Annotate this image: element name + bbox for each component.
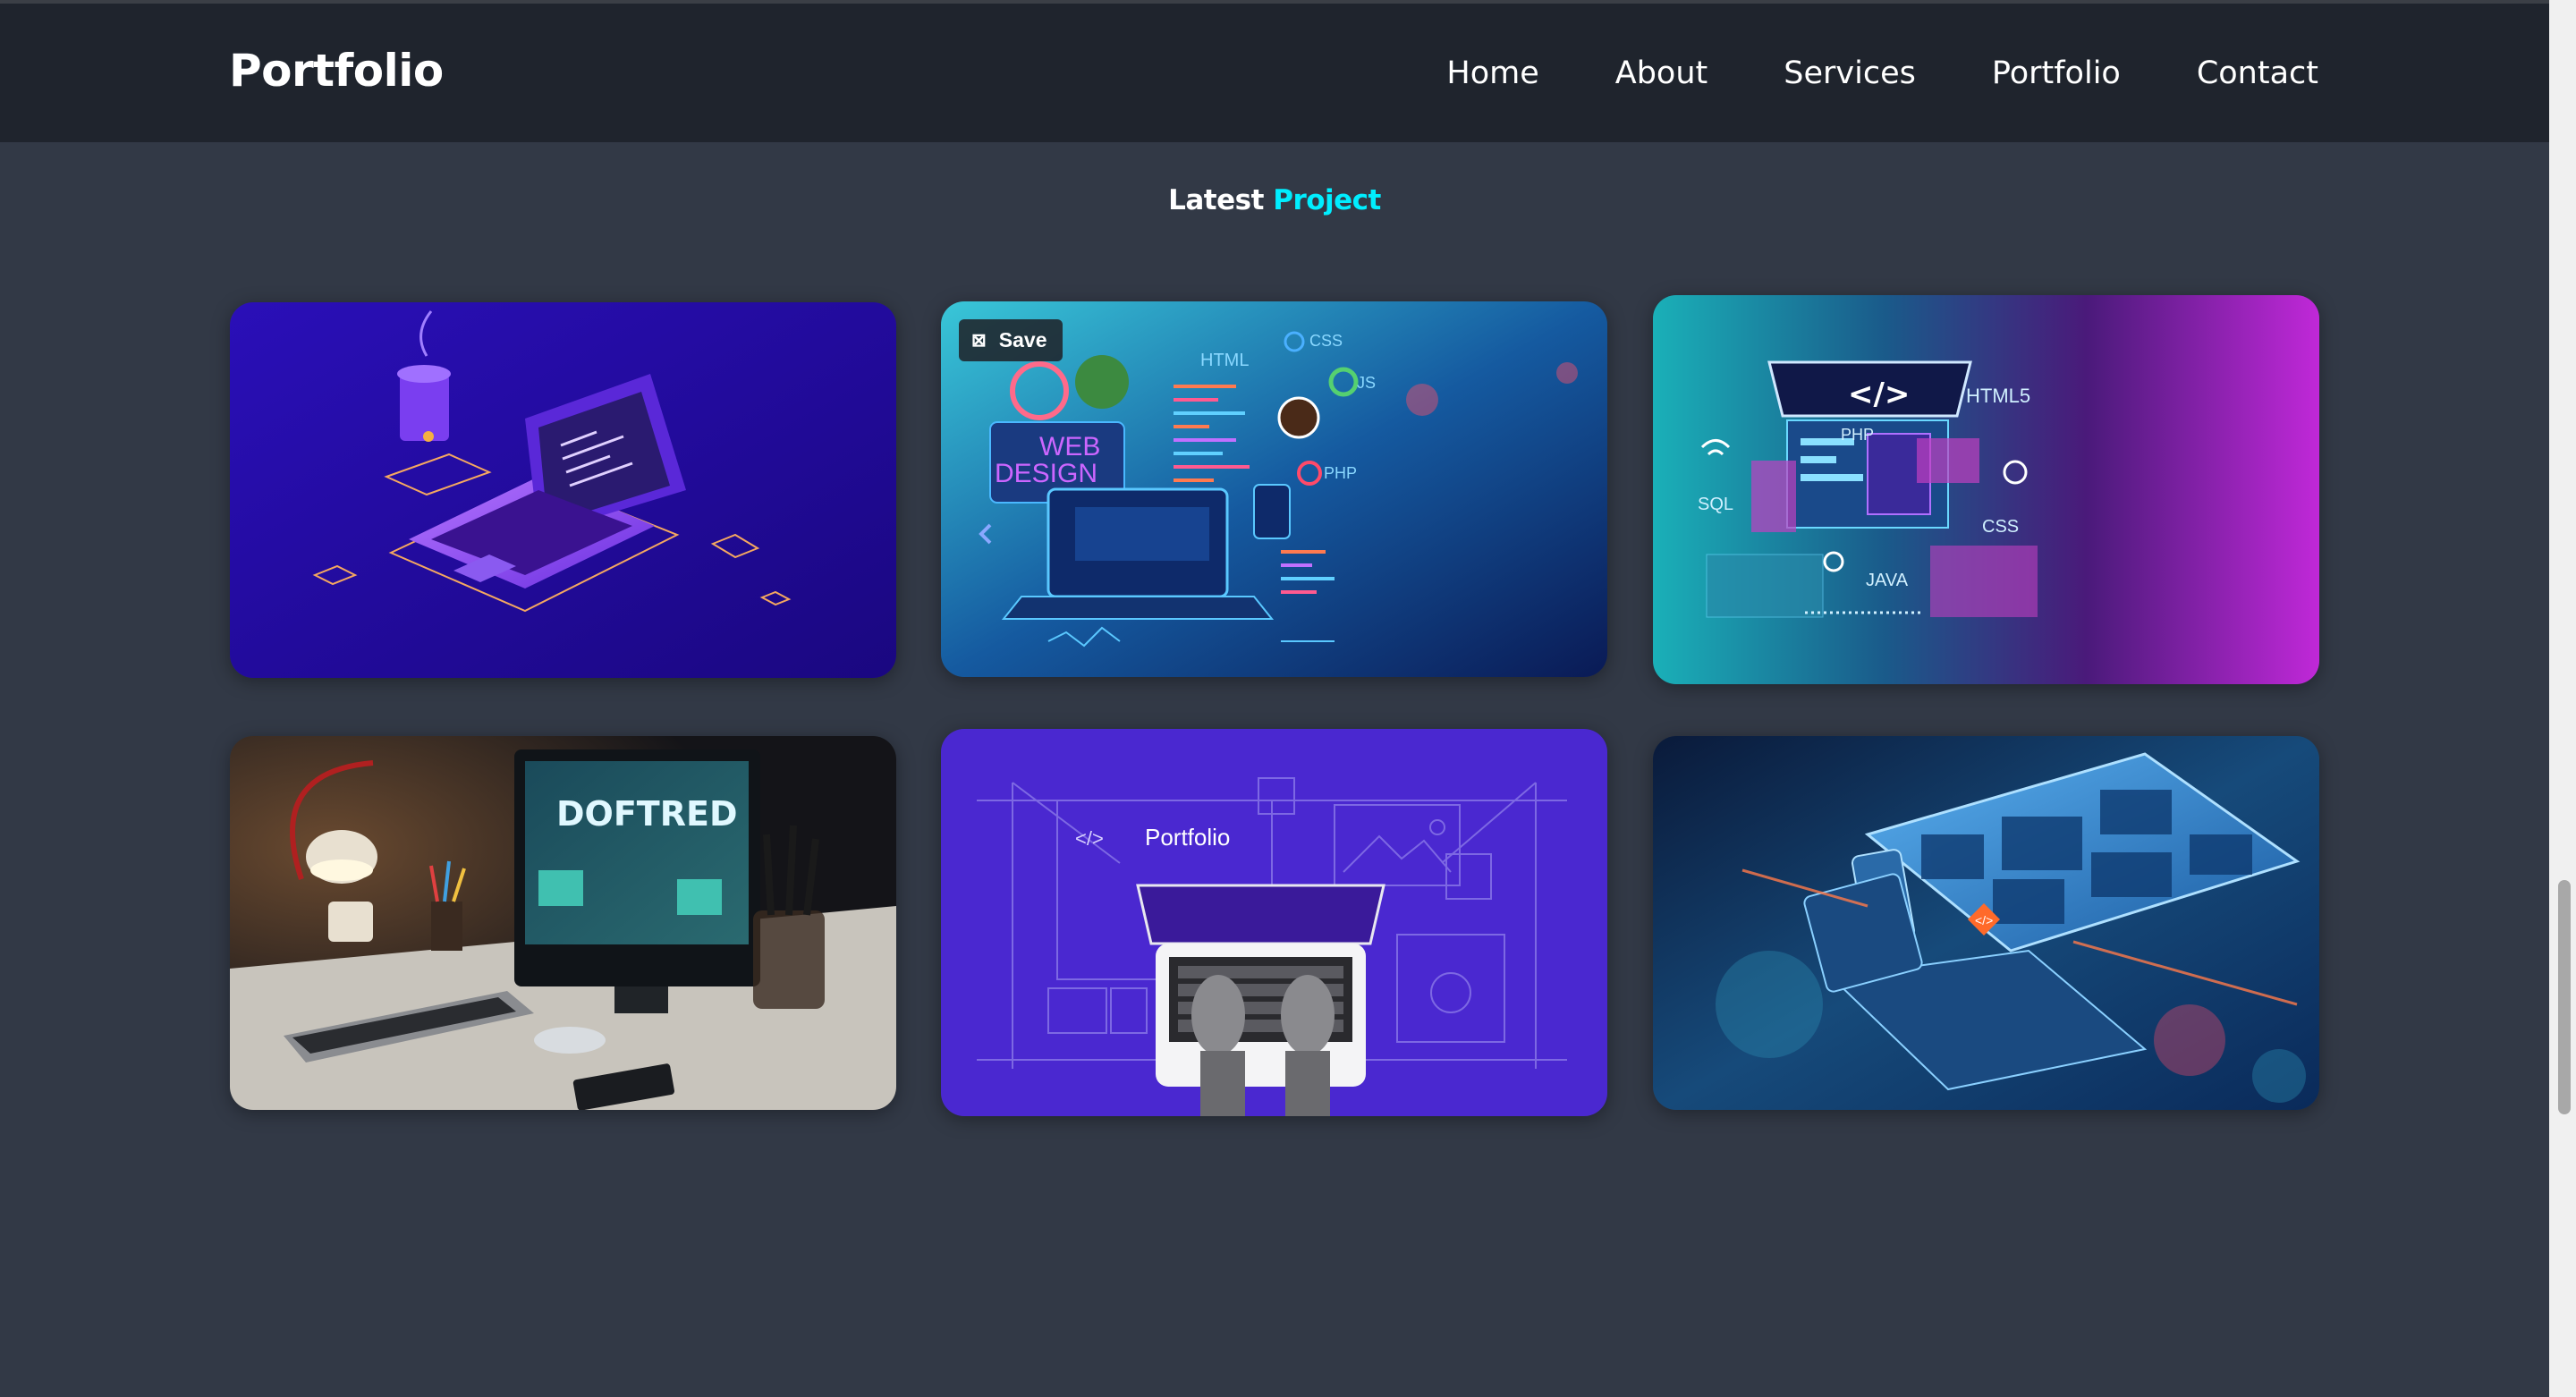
monitor-title: DOFTRED bbox=[556, 794, 738, 834]
design-label: DESIGN bbox=[995, 459, 1097, 488]
devices-illustration: </> bbox=[1653, 736, 2319, 1110]
heading-accent: Project bbox=[1273, 184, 1381, 216]
code-tag-icon: </> bbox=[1975, 913, 1993, 927]
nav-services[interactable]: Services bbox=[1784, 55, 1916, 91]
project-card-desk-monitor[interactable]: DOFTRED bbox=[230, 736, 896, 1110]
nav-contact[interactable]: Contact bbox=[2197, 55, 2318, 91]
js-label: JS bbox=[1357, 374, 1376, 392]
project-card-isometric-laptop[interactable] bbox=[230, 302, 896, 678]
nav-about[interactable]: About bbox=[1615, 55, 1707, 91]
java-label: JAVA bbox=[1866, 571, 1909, 590]
code-laptop-illustration: </> HTML5 PHP SQL CSS JAVA bbox=[1653, 295, 2319, 684]
pin-icon: ⊠ bbox=[971, 331, 987, 351]
section-heading: Latest Project bbox=[0, 184, 2549, 216]
css-label: CSS bbox=[1309, 332, 1343, 350]
portfolio-label: Portfolio bbox=[1145, 824, 1230, 851]
code-icon: </> bbox=[1075, 827, 1104, 850]
php-label: PHP bbox=[1324, 464, 1357, 482]
code-symbol: </> bbox=[1848, 377, 1910, 412]
heading-prefix: Latest bbox=[1168, 184, 1264, 216]
web-label: WEB bbox=[1039, 432, 1100, 461]
nav-portfolio[interactable]: Portfolio bbox=[1992, 55, 2121, 91]
portfolio-typing-illustration: </> Portfolio bbox=[941, 729, 1607, 1116]
php-label: PHP bbox=[1841, 426, 1874, 444]
project-card-devices[interactable]: </> bbox=[1653, 736, 2319, 1110]
logo[interactable]: Portfolio bbox=[229, 45, 444, 97]
site-header: Portfolio Home About Services Portfolio … bbox=[0, 4, 2549, 142]
project-card-web-design[interactable]: WEB DESIGN HTML CSS JS PHP ⊠ Save bbox=[941, 301, 1607, 677]
desk-monitor-photo: DOFTRED bbox=[230, 736, 896, 1110]
project-card-code-laptop[interactable]: </> HTML5 PHP SQL CSS JAVA bbox=[1653, 295, 2319, 684]
scrollbar-thumb[interactable] bbox=[2558, 880, 2571, 1114]
save-button[interactable]: ⊠ Save bbox=[959, 319, 1063, 361]
sql-label: SQL bbox=[1698, 495, 1733, 514]
isometric-laptop-illustration bbox=[230, 302, 896, 678]
scrollbar-track[interactable] bbox=[2549, 0, 2576, 1397]
save-label: Save bbox=[998, 328, 1047, 351]
html-label: HTML bbox=[1200, 351, 1249, 370]
project-card-portfolio-typing[interactable]: </> Portfolio bbox=[941, 729, 1607, 1116]
nav-home[interactable]: Home bbox=[1446, 55, 1538, 91]
css-label: CSS bbox=[1982, 517, 2019, 537]
html5-label: HTML5 bbox=[1966, 385, 2030, 407]
main-nav: Home About Services Portfolio Contact bbox=[1446, 55, 2318, 91]
